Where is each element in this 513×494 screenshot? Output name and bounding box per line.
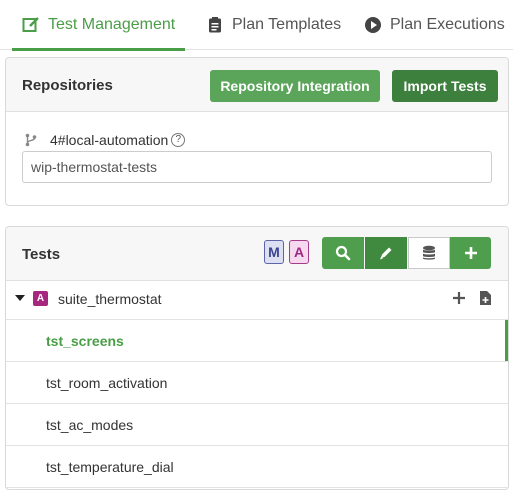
suite-name: suite_thermostat (58, 290, 162, 307)
tab-plan-executions[interactable]: Plan Executions (364, 0, 505, 49)
manual-filter-badge[interactable]: M (264, 240, 284, 264)
tab-label: Test Management (48, 15, 176, 33)
repositories-panel: Repositories Repository Integration Impo… (5, 57, 509, 206)
import-tests-button[interactable]: Import Tests (392, 70, 498, 102)
main-tabs: Test Management Plan Templates Plan Exec… (0, 0, 513, 51)
test-name: tst_room_activation (46, 374, 168, 391)
test-row[interactable]: tst_room_activation (6, 362, 508, 404)
add-test-icon[interactable] (452, 291, 466, 305)
tests-panel: Tests M A A suite_thermostat tst_screens… (5, 226, 509, 490)
test-row[interactable]: tst_temperature_dial (6, 446, 508, 488)
tab-label: Plan Templates (232, 15, 342, 33)
branch-input[interactable] (22, 151, 492, 183)
test-row[interactable]: tst_ac_modes (6, 404, 508, 446)
plus-icon (464, 247, 477, 259)
suite-type-badge: A (33, 291, 48, 306)
play-circle-icon (365, 16, 381, 33)
branch-label-row: 4#local-automation ? (24, 132, 186, 148)
edit-icon (22, 16, 39, 32)
tab-label: Plan Executions (390, 15, 505, 33)
repositories-header: Repositories Repository Integration Impo… (6, 58, 508, 112)
file-add-icon[interactable] (479, 290, 492, 306)
search-button[interactable] (322, 237, 364, 269)
database-button[interactable] (408, 237, 450, 269)
test-name: tst_ac_modes (46, 416, 134, 433)
repository-integration-button[interactable]: Repository Integration (210, 70, 380, 102)
automated-filter-badge[interactable]: A (289, 240, 309, 264)
tab-plan-templates[interactable]: Plan Templates (206, 0, 341, 49)
clipboard-icon (209, 16, 221, 32)
edit-button[interactable] (365, 237, 407, 269)
caret-down-icon[interactable] (15, 295, 25, 301)
tab-test-management[interactable]: Test Management (12, 0, 186, 51)
pencil-icon (380, 247, 392, 260)
git-branch-icon (25, 133, 37, 147)
search-icon (335, 245, 351, 261)
help-icon[interactable]: ? (171, 133, 186, 147)
test-name: tst_temperature_dial (46, 458, 174, 475)
suite-row[interactable]: A suite_thermostat (6, 278, 508, 320)
repositories-title: Repositories (22, 77, 113, 94)
tests-header: Tests M A (6, 227, 508, 281)
add-button[interactable] (450, 237, 491, 269)
database-icon (423, 245, 435, 260)
tests-title: Tests (22, 246, 61, 263)
test-row[interactable]: tst_screens (6, 320, 508, 362)
branch-label: 4#local-automation (50, 132, 169, 148)
test-name: tst_screens (46, 332, 124, 349)
